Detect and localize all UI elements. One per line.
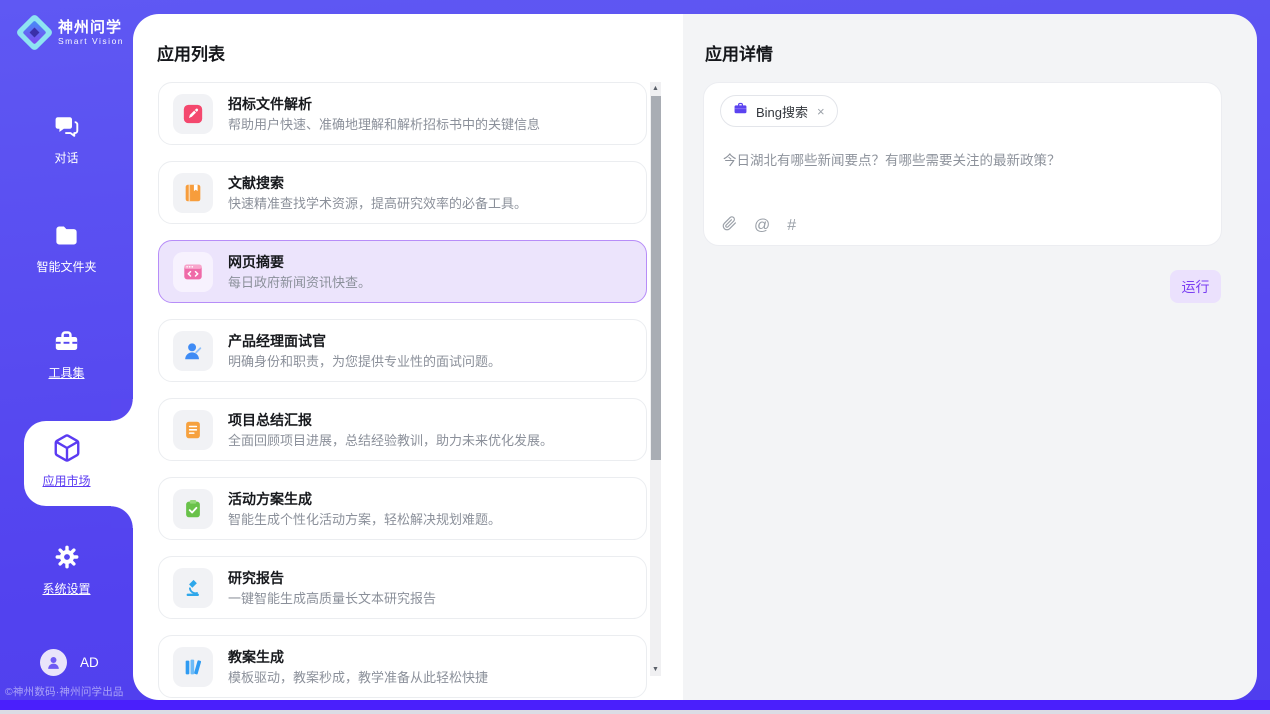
app-card-desc: 帮助用户快速、准确地理解和解析招标书中的关键信息 xyxy=(228,116,540,133)
app-card-lesson-plan[interactable]: 教案生成 模板驱动，教案秒成，教学准备从此轻松快捷 xyxy=(158,635,647,698)
prompt-card: Bing搜索 × 今日湖北有哪些新闻要点？有哪些需要关注的最新政策？ @ # xyxy=(703,82,1222,246)
scrollbar-thumb[interactable] xyxy=(651,96,661,460)
sidebar-item-toolset[interactable]: 工具集 xyxy=(0,328,133,381)
chat-icon xyxy=(53,113,80,145)
app-detail-panel: 应用详情 Bing搜索 × 今日湖北有哪些新闻要点？有哪些需要关注的最新政策？ … xyxy=(683,14,1257,700)
app-list-title: 应用列表 xyxy=(157,40,225,65)
app-card-title: 项目总结汇报 xyxy=(228,411,553,429)
active-nav-bump-bottom-curve xyxy=(111,506,133,528)
user-initials: AD xyxy=(80,655,99,670)
brand-diamond-icon xyxy=(14,12,56,54)
literature-search-icon xyxy=(173,173,213,213)
app-card-desc: 快速精准查找学术资源，提高研究效率的必备工具。 xyxy=(228,195,527,212)
app-card-desc: 全面回顾项目进展，总结经验教训，助力未来优化发展。 xyxy=(228,432,553,449)
sidebar-item-app-market[interactable]: 应用市场 xyxy=(0,433,133,489)
cube-icon xyxy=(52,433,82,468)
lesson-plan-icon xyxy=(173,647,213,687)
brand-name: 神州问学 xyxy=(58,19,124,36)
app-detail-title: 应用详情 xyxy=(705,40,773,65)
brand-text: 神州问学 Smart Vision xyxy=(58,19,124,47)
tool-chip-bing-search[interactable]: Bing搜索 × xyxy=(720,95,838,127)
app-card-desc: 智能生成个性化活动方案，轻松解决规划难题。 xyxy=(228,511,501,528)
sidebar-item-label: 对话 xyxy=(0,149,133,166)
web-summary-icon xyxy=(173,252,213,292)
sidebar-item-label: 应用市场 xyxy=(0,472,133,489)
brand-logo: 神州问学 Smart Vision xyxy=(14,12,124,54)
app-card-desc: 一键智能生成高质量长文本研究报告 xyxy=(228,590,436,607)
app-card-title: 招标文件解析 xyxy=(228,95,540,113)
mention-icon[interactable]: @ xyxy=(754,218,770,234)
app-card-desc: 模板驱动，教案秒成，教学准备从此轻松快捷 xyxy=(228,669,488,686)
app-card-event-plan[interactable]: 活动方案生成 智能生成个性化活动方案，轻松解决规划难题。 xyxy=(158,477,647,540)
gear-icon xyxy=(53,543,81,576)
sidebar-item-label: 智能文件夹 xyxy=(0,258,133,275)
bottom-edge xyxy=(0,710,1270,714)
composer-toolbar: @ # xyxy=(722,215,796,236)
avatar xyxy=(40,649,67,676)
app-card-title: 研究报告 xyxy=(228,569,436,587)
list-scrollbar[interactable]: ▲ ▼ xyxy=(650,82,661,676)
bottom-accent-strip xyxy=(0,700,1270,710)
sidebar-item-label: 工具集 xyxy=(0,364,133,381)
tool-chip-label: Bing搜索 xyxy=(756,102,808,121)
app-card-project-report[interactable]: 项目总结汇报 全面回顾项目进展，总结经验教训，助力未来优化发展。 xyxy=(158,398,647,461)
sidebar: 神州问学 Smart Vision 对话 智能文件夹 工具集 xyxy=(0,0,133,700)
tender-parse-icon xyxy=(173,94,213,134)
main-window: 应用列表 招标文件解析 帮助用户快速、准确地理解和解析招标书中的关键信息 文献搜… xyxy=(133,14,1257,700)
folder-icon xyxy=(53,222,80,254)
research-report-icon xyxy=(173,568,213,608)
app-card-title: 网页摘要 xyxy=(228,253,371,271)
copyright-text: ©神州数码·神州问学出品 xyxy=(5,684,133,699)
app-card-title: 产品经理面试官 xyxy=(228,332,501,350)
paperclip-icon[interactable] xyxy=(722,215,737,236)
app-card-title: 教案生成 xyxy=(228,648,488,666)
scrollbar-up-arrow-icon[interactable]: ▲ xyxy=(650,82,661,95)
app-card-web-summary[interactable]: 网页摘要 每日政府新闻资讯快查。 xyxy=(158,240,647,303)
sidebar-item-smart-folder[interactable]: 智能文件夹 xyxy=(0,222,133,275)
run-button[interactable]: 运行 xyxy=(1170,270,1221,303)
sidebar-item-chat[interactable]: 对话 xyxy=(0,113,133,166)
hashtag-icon[interactable]: # xyxy=(787,218,796,234)
event-plan-icon xyxy=(173,489,213,529)
app-card-research-report[interactable]: 研究报告 一键智能生成高质量长文本研究报告 xyxy=(158,556,647,619)
app-card-tender-parse[interactable]: 招标文件解析 帮助用户快速、准确地理解和解析招标书中的关键信息 xyxy=(158,82,647,145)
toolbox-icon xyxy=(53,328,80,360)
app-card-title: 活动方案生成 xyxy=(228,490,501,508)
app-card-desc: 每日政府新闻资讯快查。 xyxy=(228,274,371,291)
chip-close-icon[interactable]: × xyxy=(817,105,825,118)
briefcase-icon xyxy=(733,101,748,121)
app-card-desc: 明确身份和职责，为您提供专业性的面试问题。 xyxy=(228,353,501,370)
sidebar-item-settings[interactable]: 系统设置 xyxy=(0,543,133,597)
active-nav-bump-top-curve xyxy=(111,399,133,421)
app-card-literature-search[interactable]: 文献搜索 快速精准查找学术资源，提高研究效率的必备工具。 xyxy=(158,161,647,224)
app-card-pm-interviewer[interactable]: 产品经理面试官 明确身份和职责，为您提供专业性的面试问题。 xyxy=(158,319,647,382)
query-input[interactable]: 今日湖北有哪些新闻要点？有哪些需要关注的最新政策？ xyxy=(723,152,1205,170)
brand-tagline: Smart Vision xyxy=(58,36,124,47)
scrollbar-down-arrow-icon[interactable]: ▼ xyxy=(650,663,661,676)
sidebar-item-label: 系统设置 xyxy=(0,580,133,597)
app-root: 神州问学 Smart Vision 对话 智能文件夹 工具集 xyxy=(0,0,1270,714)
project-report-icon xyxy=(173,410,213,450)
app-list-panel: 应用列表 招标文件解析 帮助用户快速、准确地理解和解析招标书中的关键信息 文献搜… xyxy=(133,14,683,700)
user-account[interactable]: AD xyxy=(40,649,99,676)
pm-interviewer-icon xyxy=(173,331,213,371)
app-card-title: 文献搜索 xyxy=(228,174,527,192)
